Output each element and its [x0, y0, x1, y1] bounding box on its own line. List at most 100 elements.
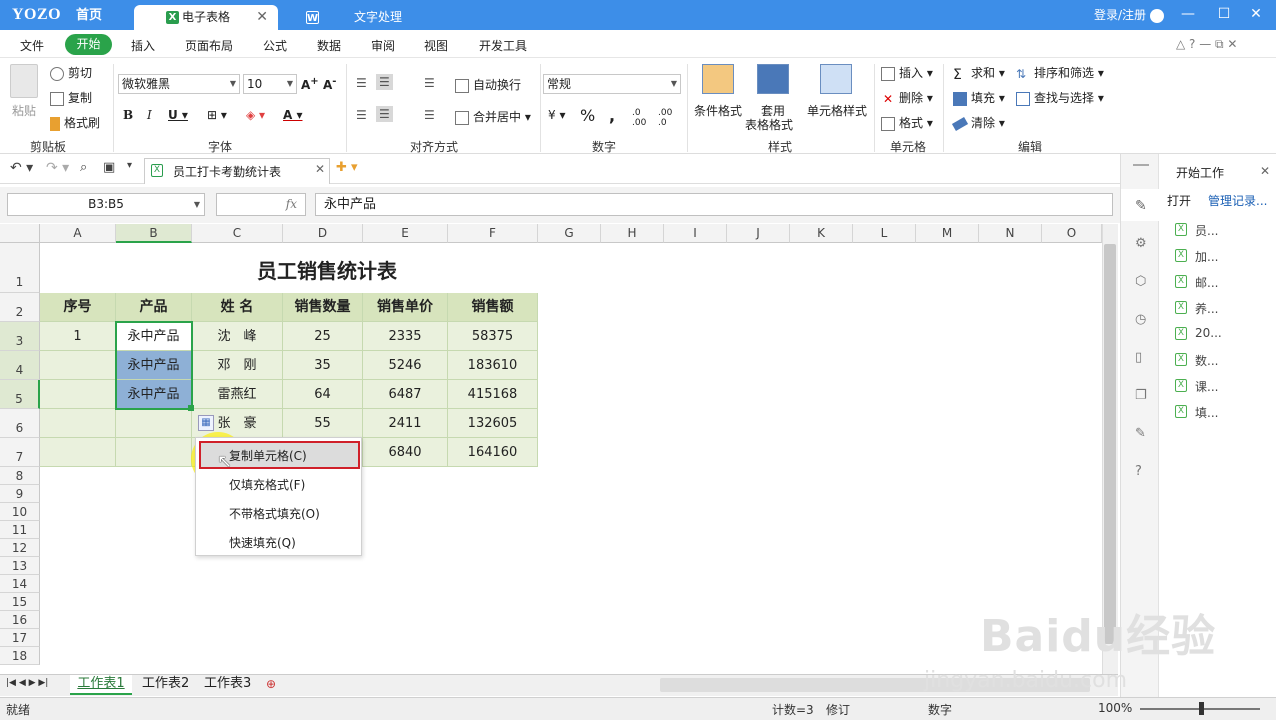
- font-size-select[interactable]: 10 ▼: [243, 74, 297, 94]
- row-header-5[interactable]: 5: [0, 380, 40, 409]
- table-header-cell[interactable]: 销售数量: [283, 293, 363, 322]
- recent-file-item[interactable]: X 数...: [1175, 352, 1218, 369]
- table-cell[interactable]: 永中产品: [116, 322, 192, 351]
- menu-view[interactable]: 视图: [424, 37, 448, 54]
- name-box[interactable]: B3:B5 ▼: [7, 193, 205, 216]
- format-painter-button[interactable]: 格式刷: [50, 114, 100, 131]
- menu-file[interactable]: 文件: [20, 37, 44, 54]
- table-cell[interactable]: [40, 351, 116, 380]
- col-header-e[interactable]: E: [363, 224, 448, 243]
- fill-button[interactable]: 填充 ▾: [953, 89, 1005, 106]
- settings-icon[interactable]: ⚙: [1135, 236, 1147, 251]
- comma-icon[interactable]: ,: [609, 106, 615, 125]
- menu-insert[interactable]: 插入: [131, 37, 155, 54]
- menu-item-flash-fill[interactable]: 快速填充(Q): [229, 534, 296, 551]
- tab-home[interactable]: 首页: [76, 4, 102, 29]
- col-header-c[interactable]: C: [192, 224, 283, 243]
- row-header-8[interactable]: 8: [0, 467, 40, 485]
- menu-item-fill-without-format[interactable]: 不带格式填充(O): [229, 505, 320, 522]
- conditional-format-icon[interactable]: [702, 64, 734, 94]
- help-icon[interactable]: ?: [1135, 464, 1142, 479]
- table-format-icon[interactable]: [757, 64, 789, 94]
- row-header-10[interactable]: 10: [0, 503, 40, 521]
- select-all-corner[interactable]: [0, 224, 40, 243]
- find-select-button[interactable]: 查找与选择 ▾: [1016, 89, 1104, 106]
- table-cell[interactable]: 35: [283, 351, 363, 380]
- recent-file-item[interactable]: X 20...: [1175, 326, 1222, 340]
- file-tab[interactable]: X 员工打卡考勤统计表 ✕: [144, 158, 330, 184]
- table-cell[interactable]: 6487: [363, 380, 448, 409]
- table-cell[interactable]: 6840: [363, 438, 448, 467]
- font-name-select[interactable]: 微软雅黑 ▼: [118, 74, 240, 94]
- table-cell[interactable]: 雷燕红: [192, 380, 283, 409]
- customize-icon[interactable]: ▾: [127, 160, 132, 171]
- col-header-m[interactable]: M: [916, 224, 979, 243]
- italic-icon[interactable]: I: [147, 108, 152, 122]
- col-header-f[interactable]: F: [448, 224, 538, 243]
- sheet-tab-3[interactable]: 工作表3: [204, 675, 251, 695]
- paste-button[interactable]: 粘贴: [12, 102, 36, 119]
- redo-icon[interactable]: ↷ ▾: [46, 160, 69, 176]
- print-preview-icon[interactable]: ⌕: [80, 160, 87, 175]
- table-cell[interactable]: 邓 刚: [192, 351, 283, 380]
- sheet-title[interactable]: 员工销售统计表: [116, 243, 538, 293]
- menu-dev-tools[interactable]: 开发工具: [479, 37, 527, 54]
- table-cell[interactable]: 永中产品: [116, 380, 192, 409]
- table-cell[interactable]: [40, 380, 116, 409]
- sheet-nav-icons[interactable]: |◀ ◀ ▶ ▶|: [6, 678, 48, 688]
- clear-button[interactable]: 清除 ▾: [951, 114, 1005, 131]
- indent-icon[interactable]: ☰: [424, 76, 435, 90]
- table-cell[interactable]: 沈 峰: [192, 322, 283, 351]
- col-header-j[interactable]: J: [727, 224, 790, 243]
- align-center-icon[interactable]: ☰: [376, 106, 393, 122]
- status-revise[interactable]: 修订: [826, 701, 850, 718]
- autofill-options-icon[interactable]: ▦: [198, 415, 214, 431]
- table-cell[interactable]: [40, 409, 116, 438]
- col-header-l[interactable]: L: [853, 224, 916, 243]
- border-icon[interactable]: ⊞ ▾: [207, 108, 227, 122]
- align-middle-icon[interactable]: ☰: [376, 74, 393, 90]
- fill-color-icon[interactable]: ◈ ▾: [246, 108, 265, 122]
- side-panel-close-icon[interactable]: ✕: [1260, 164, 1270, 178]
- row-header-6[interactable]: 6: [0, 409, 40, 438]
- tab-document[interactable]: W 文字处理: [306, 5, 402, 30]
- table-cell[interactable]: 25: [283, 322, 363, 351]
- underline-icon[interactable]: U ▾: [168, 108, 188, 122]
- table-header-cell[interactable]: 销售额: [448, 293, 538, 322]
- format-cells-button[interactable]: 格式 ▾: [881, 114, 933, 131]
- table-format-line2[interactable]: 表格格式: [745, 116, 793, 133]
- table-header-cell[interactable]: 产品: [116, 293, 192, 322]
- recent-file-item[interactable]: X 填...: [1175, 404, 1218, 421]
- col-header-h[interactable]: H: [601, 224, 664, 243]
- sheet-tab-2[interactable]: 工作表2: [142, 675, 189, 695]
- conditional-format-button[interactable]: 条件格式: [694, 102, 742, 119]
- table-cell[interactable]: 64: [283, 380, 363, 409]
- table-cell[interactable]: 1: [40, 322, 116, 351]
- sort-filter-button[interactable]: ⇅ 排序和筛选 ▾: [1016, 64, 1104, 81]
- vertical-scroll-thumb[interactable]: [1104, 244, 1116, 644]
- window-close-icon[interactable]: ✕: [1241, 6, 1271, 22]
- align-left-icon[interactable]: ☰: [356, 108, 367, 122]
- cell-style-icon[interactable]: [820, 64, 852, 94]
- recent-file-item[interactable]: X 邮...: [1175, 274, 1218, 291]
- recent-file-item[interactable]: X 养...: [1175, 300, 1218, 317]
- file-close-icon[interactable]: ✕: [315, 162, 325, 176]
- recent-file-item[interactable]: X 员...: [1175, 222, 1218, 239]
- tab-spreadsheet[interactable]: X 电子表格 ✕: [134, 5, 278, 30]
- row-header-12[interactable]: 12: [0, 539, 40, 557]
- table-cell[interactable]: 58375: [448, 322, 538, 351]
- row-header-18[interactable]: 18: [0, 647, 40, 665]
- font-color-icon[interactable]: A ▾: [283, 108, 303, 122]
- side-open-link[interactable]: 打开: [1167, 192, 1191, 209]
- clock-icon[interactable]: ◷: [1135, 312, 1146, 327]
- close-icon[interactable]: ✕: [256, 5, 268, 29]
- undo-icon[interactable]: ↶ ▾: [10, 160, 33, 176]
- sheet-tab-1[interactable]: 工作表1: [70, 675, 132, 695]
- table-cell[interactable]: [116, 438, 192, 467]
- bookmark-icon[interactable]: ▯: [1135, 350, 1142, 365]
- row-header-9[interactable]: 9: [0, 485, 40, 503]
- col-header-i[interactable]: I: [664, 224, 727, 243]
- row-header-17[interactable]: 17: [0, 629, 40, 647]
- table-cell[interactable]: 132605: [448, 409, 538, 438]
- add-sheet-icon[interactable]: ⊕: [266, 677, 276, 691]
